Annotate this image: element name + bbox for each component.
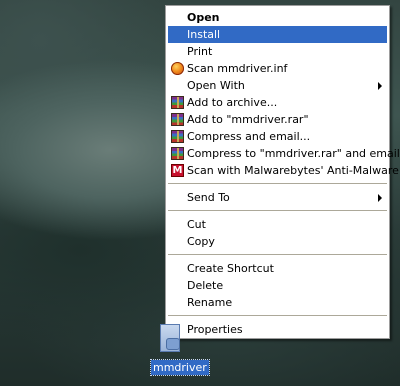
- menu-item-label: Open: [187, 11, 220, 24]
- menu-item-label: Install: [187, 28, 221, 41]
- menu-item-add-to-rar[interactable]: Add to "mmdriver.rar": [168, 111, 387, 128]
- menu-item-copy[interactable]: Copy: [168, 233, 387, 250]
- menu-item-label: Delete: [187, 279, 224, 292]
- menu-item-scan-malwarebytes[interactable]: M Scan with Malwarebytes' Anti-Malware: [168, 162, 399, 179]
- menu-item-rename[interactable]: Rename: [168, 294, 387, 311]
- menu-item-install[interactable]: Install: [168, 26, 387, 43]
- antivirus-scan-icon: [171, 62, 184, 75]
- menu-separator: [168, 183, 387, 184]
- menu-item-open[interactable]: Open: [168, 9, 387, 26]
- menu-separator: [168, 315, 387, 316]
- winrar-icon: [171, 96, 184, 109]
- setup-information-file-icon[interactable]: [158, 324, 184, 356]
- menu-separator: [168, 210, 387, 211]
- menu-item-label: Rename: [187, 296, 233, 309]
- menu-item-label: Add to "mmdriver.rar": [187, 113, 309, 126]
- menu-item-label: Compress to "mmdriver.rar" and email: [187, 147, 400, 160]
- malwarebytes-icon: M: [171, 164, 184, 177]
- menu-item-label: Send To: [187, 191, 230, 204]
- menu-separator: [168, 254, 387, 255]
- menu-item-label: Properties: [187, 323, 243, 336]
- submenu-arrow-icon: [378, 82, 382, 90]
- menu-item-compress-and-email[interactable]: Compress and email...: [168, 128, 387, 145]
- menu-item-label: Scan mmdriver.inf: [187, 62, 288, 75]
- winrar-icon: [171, 130, 184, 143]
- menu-item-label: Compress and email...: [187, 130, 311, 143]
- menu-item-create-shortcut[interactable]: Create Shortcut: [168, 260, 387, 277]
- desktop-file-label[interactable]: mmdriver: [150, 359, 210, 376]
- submenu-arrow-icon: [378, 194, 382, 202]
- menu-item-open-with[interactable]: Open With: [168, 77, 387, 94]
- menu-item-properties[interactable]: Properties: [168, 321, 387, 338]
- winrar-icon: [171, 113, 184, 126]
- menu-item-cut[interactable]: Cut: [168, 216, 387, 233]
- menu-item-label: Print: [187, 45, 213, 58]
- context-menu: Open Install Print Scan mmdriver.inf Ope…: [165, 5, 400, 339]
- menu-item-print[interactable]: Print: [168, 43, 387, 60]
- menu-item-add-to-archive[interactable]: Add to archive...: [168, 94, 387, 111]
- menu-item-compress-to-rar-and-email[interactable]: Compress to "mmdriver.rar" and email: [168, 145, 400, 162]
- menu-item-label: Copy: [187, 235, 215, 248]
- menu-item-delete[interactable]: Delete: [168, 277, 387, 294]
- menu-item-label: Add to archive...: [187, 96, 278, 109]
- menu-item-label: Scan with Malwarebytes' Anti-Malware: [187, 164, 399, 177]
- menu-item-send-to[interactable]: Send To: [168, 189, 387, 206]
- menu-item-scan-file[interactable]: Scan mmdriver.inf: [168, 60, 387, 77]
- menu-item-label: Open With: [187, 79, 245, 92]
- winrar-icon: [171, 147, 184, 160]
- menu-item-label: Create Shortcut: [187, 262, 274, 275]
- menu-item-label: Cut: [187, 218, 206, 231]
